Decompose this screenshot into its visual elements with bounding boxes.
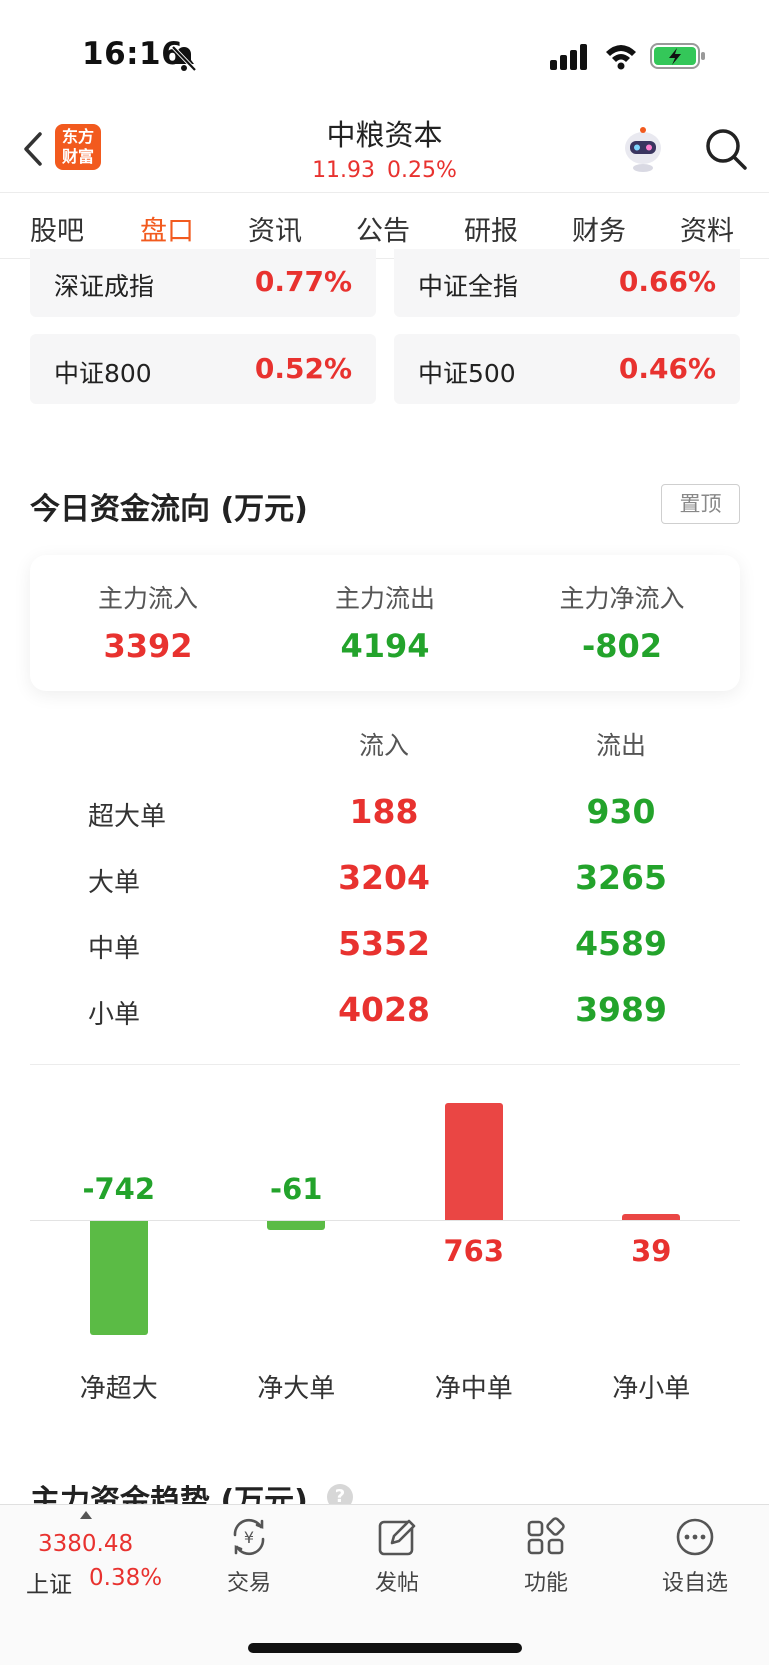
stock-change-pct: 0.25% (387, 158, 457, 183)
tab-profile[interactable]: 资料 (680, 209, 734, 248)
table-row: 小单 4028 3989 (0, 982, 769, 1042)
main-inflow-value: 3392 (103, 627, 193, 665)
row-outflow: 4589 (575, 924, 667, 963)
svg-text:¥: ¥ (244, 1528, 254, 1547)
tab-finance[interactable]: 财务 (572, 209, 626, 248)
bell-slash-icon (171, 45, 197, 72)
row-outflow: 930 (586, 792, 656, 831)
bottom-nav: 3380.48 上证 0.38% ¥ 交易 发帖 功能 设自选 (0, 1504, 769, 1665)
status-time: 16:16 (82, 36, 184, 72)
main-outflow: 主力流出 4194 (267, 555, 503, 665)
row-label: 中单 (88, 934, 141, 964)
tab-guba[interactable]: 股吧 (30, 209, 84, 248)
bar-4 (622, 1214, 681, 1220)
bar-value-label: 39 (631, 1234, 672, 1268)
category-label: 净大单 (257, 1374, 336, 1404)
tab-research[interactable]: 研报 (464, 209, 518, 248)
row-inflow: 188 (349, 792, 419, 831)
battery-charging-icon (650, 43, 705, 69)
tab-news[interactable]: 资讯 (248, 209, 302, 248)
bar-value-label: -742 (82, 1172, 156, 1206)
nav-trade-label: 交易 (226, 1571, 271, 1596)
row-label: 大单 (88, 868, 141, 898)
stock-price: 11.93 (312, 158, 376, 183)
bar-1 (89, 1221, 148, 1335)
ticker-value: 3380.48 (38, 1531, 134, 1557)
index-name: 中证500 (418, 359, 516, 388)
row-label: 小单 (88, 1000, 141, 1030)
category-label: 净中单 (434, 1374, 513, 1404)
nav-post-button[interactable]: 发帖 (347, 1515, 447, 1597)
stock-header: 东方 财富 中粮资本 11.93 0.25% (0, 110, 769, 192)
main-inflow: 主力流入 3392 (30, 555, 266, 665)
bar-value-label: -61 (270, 1172, 323, 1206)
index-card[interactable]: 中证全指 0.66% (394, 249, 740, 317)
row-label: 超大单 (88, 802, 167, 832)
net-flow-bar-chart: -742 净超大 -61 净大单 763 净中单 39 净小单 (30, 1090, 740, 1410)
row-outflow: 3989 (575, 990, 667, 1029)
wifi-icon (606, 45, 636, 70)
edit-icon (378, 1519, 416, 1556)
main-outflow-value: 4194 (340, 627, 430, 665)
main-outflow-label: 主力流出 (334, 584, 435, 613)
index-name: 深证成指 (54, 272, 155, 301)
main-net-inflow-value: -802 (581, 627, 663, 665)
main-flow-summary-card: 主力流入 3392 主力流出 4194 主力净流入 -802 (30, 555, 740, 691)
index-card[interactable]: 中证500 0.46% (394, 334, 740, 404)
row-inflow: 3204 (338, 858, 430, 897)
nav-add-watchlist-button[interactable]: 设自选 (645, 1515, 745, 1597)
nav-post-label: 发帖 (374, 1571, 419, 1596)
main-inflow-label: 主力流入 (97, 584, 198, 613)
inflow-column-header: 流入 (358, 731, 409, 760)
main-net-inflow-label: 主力净流入 (559, 584, 685, 613)
index-card[interactable]: 中证800 0.52% (30, 334, 376, 404)
cellular-signal-icon (550, 44, 587, 70)
more-icon (676, 1518, 714, 1556)
home-indicator (248, 1643, 522, 1653)
bar-2 (267, 1221, 326, 1230)
table-row: 中单 5352 4589 (0, 916, 769, 976)
index-change: 0.52% (254, 352, 352, 385)
search-icon[interactable] (703, 126, 749, 172)
table-row: 大单 3204 3265 (0, 850, 769, 910)
index-card[interactable]: 深证成指 0.77% (30, 249, 376, 317)
yuan-refresh-icon: ¥ (233, 1518, 265, 1556)
row-outflow: 3265 (575, 858, 667, 897)
bar-3 (444, 1103, 503, 1220)
grid-icon (527, 1517, 565, 1555)
outflow-column-header: 流出 (595, 731, 646, 760)
nav-functions-label: 功能 (523, 1571, 568, 1596)
fund-flow-title: 今日资金流向 (万元) (30, 492, 308, 527)
row-inflow: 5352 (338, 924, 430, 963)
nav-functions-button[interactable]: 功能 (496, 1515, 596, 1597)
tab-announcements[interactable]: 公告 (356, 209, 410, 248)
pin-to-top-button[interactable]: 置顶 (661, 484, 740, 524)
status-bar: 16:16 (0, 0, 769, 110)
ticker-name: 上证 (26, 1572, 72, 1598)
section-divider (30, 1064, 740, 1065)
nav-add-watchlist-label: 设自选 (661, 1571, 728, 1596)
category-label: 净小单 (612, 1374, 691, 1404)
caret-up-icon (80, 1511, 92, 1519)
index-change: 0.66% (618, 265, 716, 298)
index-name: 中证800 (54, 359, 152, 388)
ticker-change: 0.38% (89, 1565, 163, 1591)
tab-pankou[interactable]: 盘口 (140, 209, 194, 248)
robot-assistant-icon[interactable] (618, 124, 668, 174)
bar-value-label: 763 (443, 1234, 505, 1268)
table-row: 超大单 188 930 (0, 784, 769, 844)
row-inflow: 4028 (338, 990, 430, 1029)
index-change: 0.46% (618, 352, 716, 385)
index-name: 中证全指 (418, 272, 519, 301)
category-label: 净超大 (79, 1374, 158, 1404)
index-change: 0.77% (254, 265, 352, 298)
nav-trade-button[interactable]: ¥ 交易 (199, 1515, 299, 1597)
main-net-inflow: 主力净流入 -802 (504, 555, 740, 665)
